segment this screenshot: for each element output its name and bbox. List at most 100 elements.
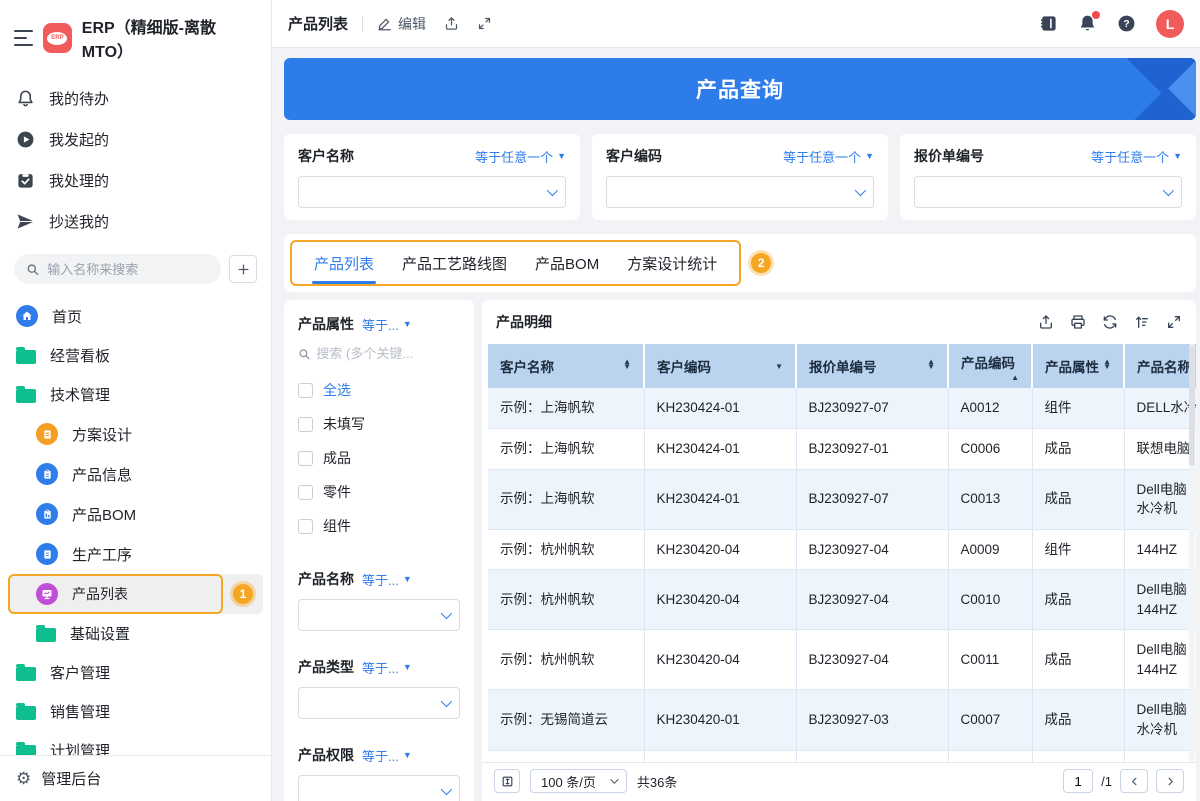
nav-item-customer-management[interactable]: 客户管理 (8, 653, 263, 692)
tab-product-bom[interactable]: 产品BOM (521, 241, 613, 284)
sort-both-icon[interactable]: ▲ ▼ (927, 358, 935, 370)
sort-both-icon[interactable]: ▲ ▼ (623, 358, 631, 370)
sidebar-search[interactable] (14, 254, 221, 284)
column-header-name[interactable]: 产品名称 (1124, 344, 1196, 389)
notification-dot (1092, 11, 1100, 19)
tab-strip: 产品列表 产品工艺路线图 产品BOM 方案设计统计 2 (284, 234, 1196, 292)
caret-down-icon: ▼ (402, 661, 412, 672)
print-button[interactable] (1070, 314, 1086, 330)
nav-item-product-info[interactable]: 产品信息 (8, 454, 263, 494)
checkbox-component[interactable]: 组件 (298, 509, 460, 543)
checkbox-select-all[interactable]: 全选 (298, 373, 460, 407)
table-row[interactable]: 示例：杭州帆软 KH230420-04 BJ230927-04 C0010 成品 Dell… (488, 569, 1196, 631)
nav-item-product-bom[interactable]: 产品BOM (8, 494, 263, 534)
table-header-row: 客户名称 ▲ ▼ 客户编码 ▼ 报价单编号 ▲ ▼ 产品编码 ▲ 产品属性 ▲ ▼ 产品名称 (488, 344, 1196, 389)
table-row[interactable]: 示例：杭州帆软 KH230420-04 BJ230927-04 A0009 组件 144H… (488, 529, 1196, 571)
content-area: 产品查询 客户名称 等于任意一个 ▼ 客户编码 等于任意一个 ▼ 报价单编号 等… (272, 48, 1200, 801)
tab-process-route[interactable]: 产品工艺路线图 (388, 241, 521, 284)
nav-item-sales-management[interactable]: 销售管理 (8, 692, 263, 731)
sidebar-search-input[interactable] (47, 261, 209, 277)
add-button[interactable] (229, 255, 257, 283)
table-row[interactable]: 示例：无锡简道云 KH230420-01 BJ230927-03 C0007 成品 Del… (488, 689, 1196, 751)
filter-operator-dropdown[interactable]: 等于任意一个 ▼ (1091, 147, 1182, 166)
customer-name-select[interactable] (298, 176, 566, 208)
next-page-button[interactable] (1156, 769, 1184, 793)
detail-header: 产品明细 (482, 300, 1196, 344)
filter-row: 客户名称 等于任意一个▼ 客户编码 等于任意一个▼ 报价单编号 等于任意一个 (284, 134, 1196, 220)
checkbox-unfilled[interactable]: 未填写 (298, 407, 460, 441)
share-button[interactable] (444, 16, 459, 31)
product-type-select[interactable] (298, 687, 460, 719)
sort-down-icon[interactable]: ▼ (775, 360, 783, 370)
checkbox-part[interactable]: 零件 (298, 475, 460, 509)
table-row[interactable]: 示例：上海帆软 KH230424-01 BJ230927-07 C0013 成品 Dell… (488, 469, 1196, 530)
tab-design-stats[interactable]: 方案设计统计 (613, 241, 731, 284)
hamburger-menu-icon[interactable] (14, 30, 34, 46)
nav-item-business-board[interactable]: 经营看板 (8, 336, 263, 375)
column-header-quote[interactable]: 报价单编号 ▲ ▼ (796, 344, 949, 389)
table-row[interactable]: 示例：无锡简道云KH230420-01BJ230927-03C0008成品联想电… (488, 750, 1196, 762)
checkbox-finished[interactable]: 成品 (298, 441, 460, 475)
admin-backend-item[interactable]: ⚙ 管理后台 (0, 755, 271, 801)
quick-item-processed[interactable]: 我处理的 (0, 160, 271, 201)
nav-item-label: 经营看板 (50, 348, 111, 365)
nav-item-tech-management[interactable]: 技术管理 (8, 375, 263, 414)
filter-operator-dropdown[interactable]: 等于任意一个 ▼ (783, 147, 874, 166)
nav-item-label: 基础设置 (70, 626, 131, 643)
filter-operator-dropdown[interactable]: 等于... ▼ (362, 746, 412, 765)
fullscreen-button[interactable] (1166, 314, 1182, 330)
filter-product-permission: 产品权限 等于... ▼ (298, 745, 460, 801)
product-permission-select[interactable] (298, 775, 460, 801)
table-row[interactable]: 示例：上海帆软 KH230424-01 BJ230927-01 C0006 成品 联想电脑 (488, 428, 1196, 470)
nav-item-basic-settings[interactable]: 基础设置 (8, 614, 263, 653)
nav-item-plan-management[interactable]: 计划管理 (8, 731, 263, 755)
quick-item-cc[interactable]: 抄送我的 (0, 201, 271, 242)
refresh-button[interactable] (1102, 314, 1118, 330)
page-number-input[interactable] (1063, 769, 1094, 793)
product-table: 客户名称 ▲ ▼ 客户编码 ▼ 报价单编号 ▲ ▼ 产品编码 ▲ 产品属性 ▲ ▼ 产品名称 (488, 344, 1196, 762)
column-header-attr[interactable]: 产品属性 ▲ ▼ (1032, 344, 1125, 389)
filter-product-type: 产品类型 等于... ▼ (298, 657, 460, 719)
nav-item-production-process[interactable]: 生产工序 (8, 534, 263, 574)
edit-button[interactable]: 编辑 (377, 14, 426, 34)
customer-code-select[interactable] (606, 176, 874, 208)
quick-item-todo[interactable]: 我的待办 (0, 78, 271, 119)
nav-item-home[interactable]: 首页 (8, 296, 263, 336)
tab-product-list[interactable]: 产品列表 (300, 241, 388, 284)
nav-item-scheme-design[interactable]: 方案设计 (8, 414, 263, 454)
nav-item-product-list-active[interactable]: 产品列表 1 (8, 574, 263, 614)
filter-operator-dropdown[interactable]: 等于... ▼ (362, 570, 412, 589)
help-button[interactable]: ? (1117, 14, 1136, 33)
table-row[interactable]: 示例：杭州帆软 KH230420-04 BJ230927-04 C0011 成品 Dell… (488, 629, 1196, 691)
notifications-button[interactable] (1078, 11, 1100, 33)
column-settings-button[interactable] (494, 769, 520, 793)
table-row[interactable]: 示例：上海帆软 KH230424-01 BJ230927-07 A0012 组件 DELL… (488, 388, 1196, 429)
folder-icon (16, 741, 36, 755)
sort-button[interactable] (1134, 314, 1150, 330)
fullscreen-button[interactable] (477, 16, 492, 31)
column-header-code[interactable]: 客户编码 ▼ (644, 344, 797, 389)
scrollbar-thumb[interactable] (1189, 346, 1195, 466)
filter-operator-dropdown[interactable]: 等于... ▼ (362, 658, 412, 677)
attribute-search-input[interactable] (316, 346, 460, 361)
column-header-product[interactable]: 产品编码 ▲ (948, 344, 1033, 389)
export-button[interactable] (1038, 314, 1054, 330)
vertical-scrollbar[interactable] (1189, 344, 1195, 762)
journal-button[interactable] (1039, 14, 1058, 33)
app-logo: ERP (43, 23, 72, 53)
sort-up-icon[interactable]: ▲ (1011, 373, 1019, 382)
column-header-customer[interactable]: 客户名称 ▲ ▼ (488, 344, 645, 389)
quick-item-initiated[interactable]: 我发起的 (0, 119, 271, 160)
sort-both-icon[interactable]: ▲ ▼ (1103, 358, 1111, 370)
prev-page-button[interactable] (1120, 769, 1148, 793)
filter-operator-dropdown[interactable]: 等于... ▼ (362, 315, 412, 334)
filter-operator-dropdown[interactable]: 等于任意一个 ▼ (475, 147, 566, 166)
chevron-left-icon (1131, 777, 1136, 785)
avatar[interactable]: L (1156, 9, 1184, 38)
quote-number-select[interactable] (914, 176, 1182, 208)
product-name-select[interactable] (298, 599, 460, 631)
nav-item-label: 产品BOM (72, 506, 137, 524)
attribute-search[interactable] (298, 346, 460, 361)
tabs-highlight-box: 产品列表 产品工艺路线图 产品BOM 方案设计统计 (290, 240, 742, 286)
page-size-select[interactable]: 100 条/页 (530, 769, 627, 793)
